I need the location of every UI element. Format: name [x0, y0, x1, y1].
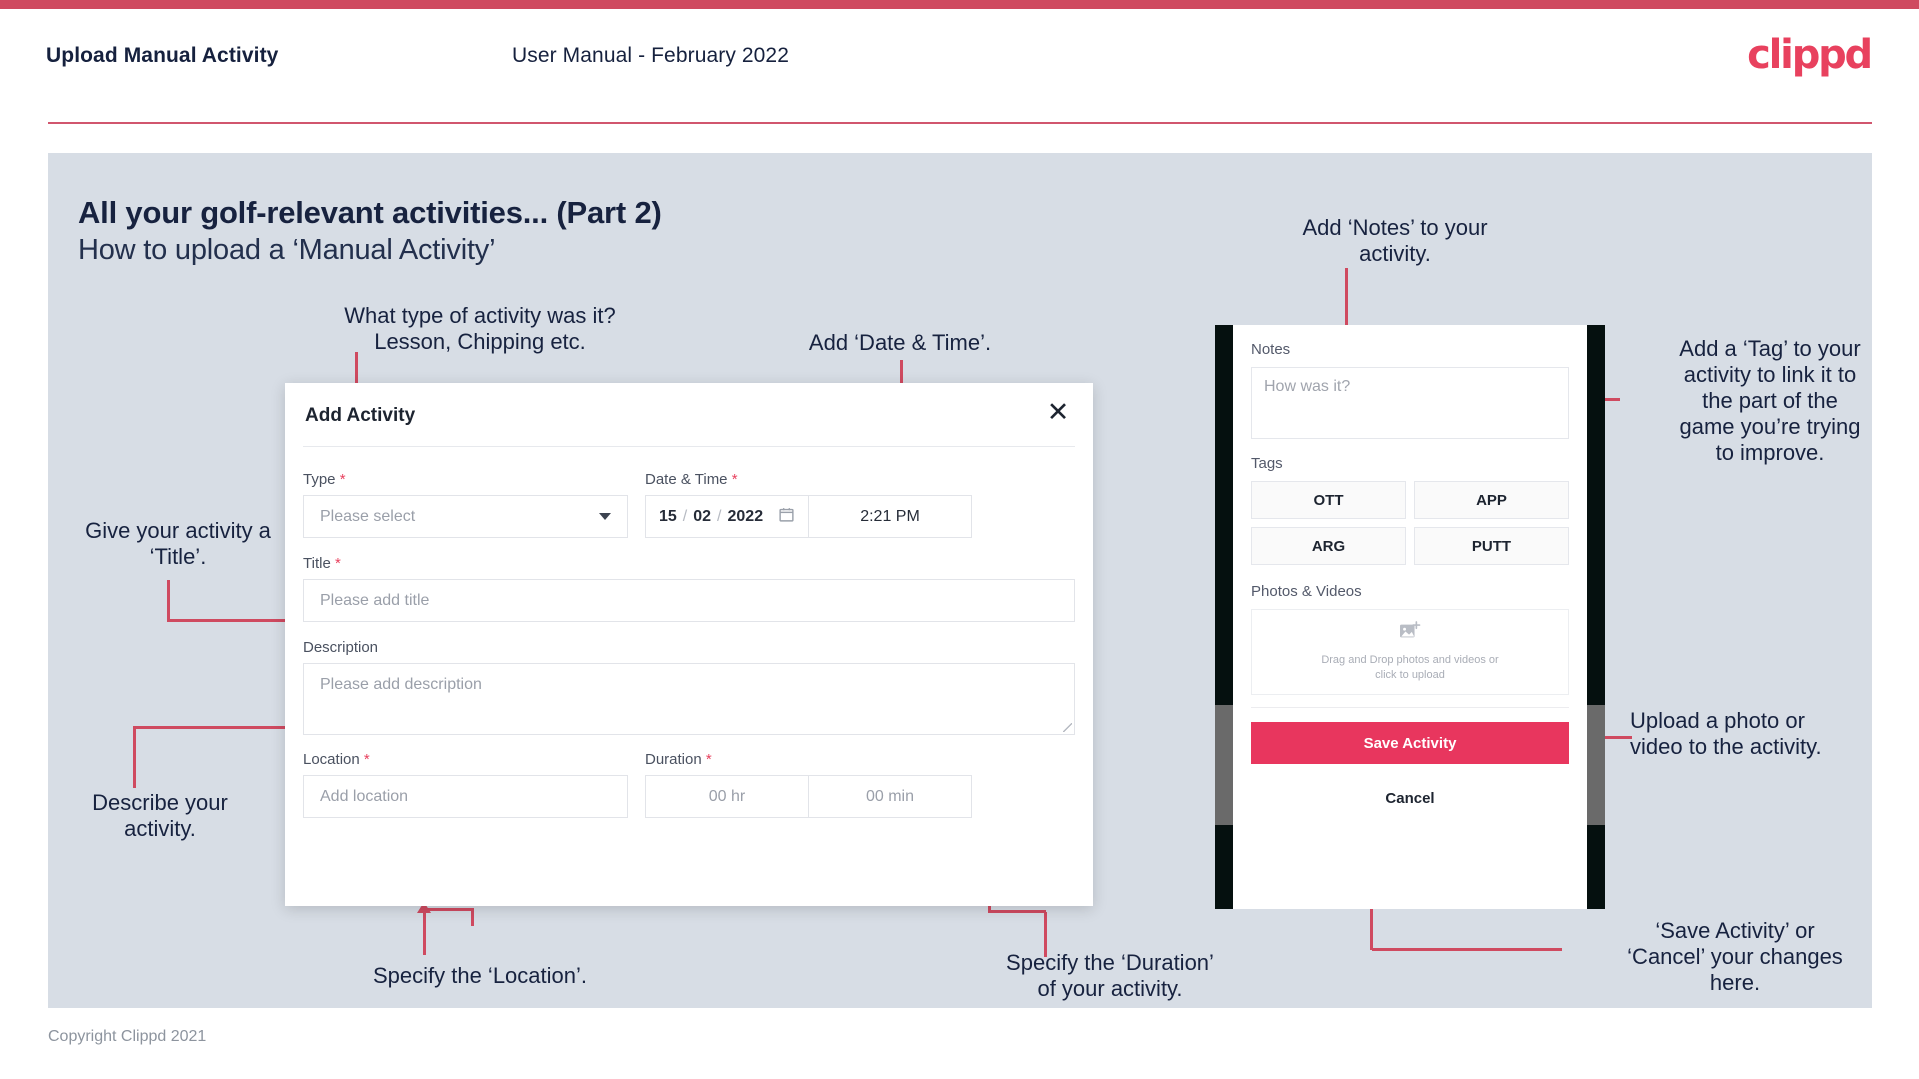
phone-mockup: Notes How was it? Tags OTT APP ARG PUTT … [1215, 325, 1605, 909]
date-sep-2: / [717, 507, 722, 525]
photos-videos-label: Photos & Videos [1251, 583, 1362, 600]
location-input[interactable]: Add location [303, 775, 628, 818]
date-input[interactable]: 15 / 02 / 2022 [645, 495, 809, 538]
title-input[interactable]: Please add title [303, 579, 1075, 622]
connector-save-h [1372, 948, 1562, 951]
required-marker: * [339, 471, 346, 488]
annotation-tags: Add a ‘Tag’ to your activity to link it … [1679, 336, 1861, 465]
clippd-logo: clippd [1747, 32, 1873, 78]
phone-divider [1251, 707, 1569, 708]
resize-handle-icon[interactable] [1063, 723, 1072, 732]
notes-placeholder: How was it? [1264, 378, 1351, 395]
upload-hint-line2: click to upload [1375, 669, 1445, 681]
connector-loc-v2 [471, 908, 474, 926]
required-marker: * [363, 751, 370, 768]
annotation-save: ‘Save Activity’ or ‘Cancel’ your changes… [1627, 918, 1843, 995]
phone-screen: Notes How was it? Tags OTT APP ARG PUTT … [1233, 325, 1587, 909]
phone-bezel-left-grey [1215, 705, 1233, 825]
connector-dur-h [988, 910, 1046, 913]
phone-bezel-left [1215, 325, 1233, 909]
annotation-title: Give your activity a ‘Title’. [85, 518, 271, 569]
slide-subtitle: How to upload a ‘Manual Activity’ [78, 234, 496, 266]
connector-dur-v1 [1044, 912, 1047, 957]
field-duration-label: Duration * [645, 751, 712, 768]
connector-title-h [167, 619, 290, 622]
connector-desc-v [133, 726, 136, 788]
field-datetime: Date & Time * 15 / 02 / 2022 2:21 PM [645, 471, 972, 538]
required-marker: * [705, 751, 712, 768]
duration-minutes-input[interactable]: 00 min [809, 775, 972, 818]
field-type: Type * Please select [303, 471, 628, 538]
chevron-down-icon [599, 513, 611, 520]
field-location-label: Location * [303, 751, 370, 768]
tag-ott[interactable]: OTT [1251, 481, 1406, 519]
cancel-button[interactable]: Cancel [1251, 790, 1569, 807]
annotation-description: Describe your activity. [92, 790, 228, 841]
dialog-header: Add Activity ✕ [285, 383, 1093, 446]
annotation-type: What type of activity was it? Lesson, Ch… [344, 303, 616, 354]
field-title: Title * Please add title [303, 555, 1075, 622]
field-location: Location * Add location [303, 751, 628, 818]
duration-hours-placeholder: 00 hr [708, 787, 746, 805]
duration-hours-input[interactable]: 00 hr [645, 775, 809, 818]
phone-bezel-right [1587, 325, 1605, 909]
calendar-icon[interactable] [778, 506, 795, 528]
annotation-upload: Upload a photo or video to the activity. [1630, 708, 1822, 759]
close-icon[interactable]: ✕ [1041, 395, 1075, 429]
annotation-location: Specify the ‘Location’. [372, 963, 588, 988]
save-activity-button[interactable]: Save Activity [1251, 722, 1569, 764]
location-placeholder: Add location [320, 787, 409, 805]
add-activity-dialog: Add Activity ✕ Type * Please select Date… [285, 383, 1093, 906]
description-placeholder: Please add description [320, 676, 482, 693]
field-datetime-label: Date & Time * [645, 471, 738, 488]
date-year: 2022 [727, 507, 764, 525]
field-title-label: Title * [303, 555, 341, 572]
connector-desc-h [133, 726, 290, 729]
header-subtitle: User Manual - February 2022 [512, 44, 789, 67]
slide-title: All your golf-relevant activities... (Pa… [78, 195, 662, 230]
tags-grid: OTT APP ARG PUTT [1251, 481, 1569, 565]
annotation-notes: Add ‘Notes’ to your activity. [1302, 215, 1488, 266]
photo-upload-dropzone[interactable]: Drag and Drop photos and videos or click… [1251, 609, 1569, 695]
annotation-duration: Specify the ‘Duration’ of your activity. [1006, 950, 1214, 1001]
tag-app[interactable]: APP [1414, 481, 1569, 519]
upload-hint: Drag and Drop photos and videos or click… [1321, 653, 1498, 683]
dialog-divider [303, 446, 1075, 447]
header-divider [48, 122, 1872, 124]
top-accent-bar [0, 0, 1919, 9]
type-select-value: Please select [320, 507, 416, 525]
notes-label: Notes [1251, 341, 1291, 358]
title-input-placeholder: Please add title [320, 591, 430, 609]
tag-putt[interactable]: PUTT [1414, 527, 1569, 565]
tags-label: Tags [1251, 455, 1283, 472]
field-duration: Duration * 00 hr 00 min [645, 751, 972, 818]
date-sep-1: / [682, 507, 688, 525]
tag-arg[interactable]: ARG [1251, 527, 1406, 565]
connector-loc-v1 [423, 910, 426, 955]
slide-page: Upload Manual Activity User Manual - Feb… [0, 0, 1919, 1079]
page-title: Upload Manual Activity [46, 44, 279, 67]
type-select[interactable]: Please select [303, 495, 628, 538]
connector-title-v [167, 580, 170, 622]
field-type-label: Type * [303, 471, 346, 488]
time-input[interactable]: 2:21 PM [809, 495, 972, 538]
field-description: Description Please add description [303, 639, 1075, 735]
date-month: 02 [693, 507, 712, 525]
field-description-label: Description [303, 639, 379, 656]
description-textarea[interactable]: Please add description [303, 663, 1075, 735]
footer-copyright: Copyright Clippd 2021 [48, 1028, 207, 1045]
duration-minutes-placeholder: 00 min [865, 787, 915, 805]
annotation-datetime: Add ‘Date & Time’. [808, 330, 992, 355]
dialog-title: Add Activity [305, 405, 416, 426]
date-day: 15 [659, 507, 677, 525]
required-marker: * [731, 471, 738, 488]
add-image-icon [1399, 621, 1421, 646]
required-marker: * [334, 555, 341, 572]
upload-hint-line1: Drag and Drop photos and videos or [1321, 654, 1499, 667]
notes-textarea[interactable]: How was it? [1251, 367, 1569, 439]
time-value: 2:21 PM [860, 507, 920, 525]
phone-bezel-right-grey [1587, 705, 1605, 825]
